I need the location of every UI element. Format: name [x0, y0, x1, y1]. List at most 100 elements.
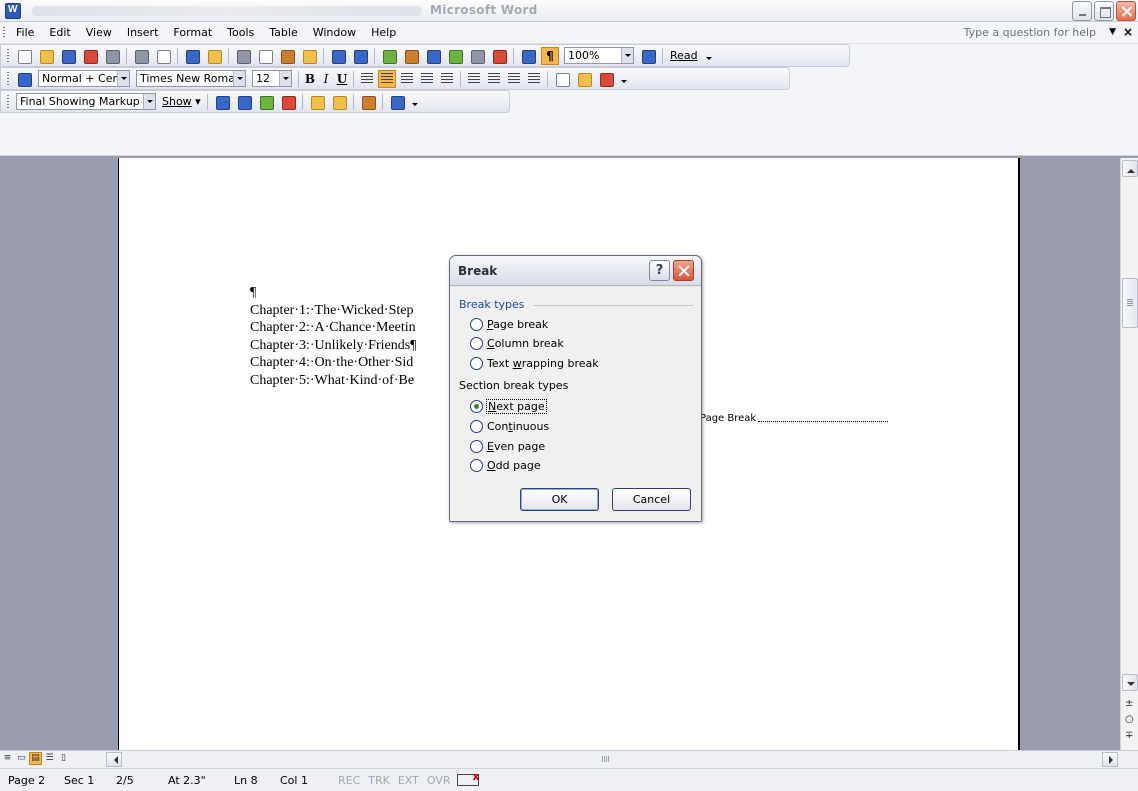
document-text[interactable]: ¶ Chapter·1:·The·Wicked·Step Chapter·2:·… — [250, 284, 417, 389]
horizontal-scroll-thumb[interactable] — [124, 753, 1100, 766]
scroll-up-icon[interactable] — [1122, 160, 1138, 177]
help-dropdown-icon[interactable]: ▼ — [1109, 27, 1116, 37]
drawing-icon[interactable] — [490, 47, 508, 65]
radio-text-wrapping-break[interactable]: Text wrapping break — [470, 357, 599, 370]
close-document-icon[interactable]: × — [1123, 25, 1133, 39]
toolbar-grip-icon[interactable] — [7, 48, 9, 63]
save-icon[interactable] — [59, 47, 77, 65]
menu-format[interactable]: Format — [173, 26, 212, 39]
research-icon[interactable] — [205, 47, 223, 65]
radio-next-page[interactable]: Next page — [470, 399, 547, 414]
tables-borders-icon[interactable] — [402, 47, 420, 65]
word-app-icon[interactable] — [5, 3, 21, 19]
toolbar-options-icon[interactable] — [705, 46, 713, 66]
font-color-icon[interactable] — [597, 70, 615, 88]
select-browse-object-icon[interactable]: ○ — [1125, 714, 1134, 725]
copy-icon[interactable] — [256, 47, 274, 65]
zoom-select[interactable]: 100% — [564, 47, 634, 64]
web-layout-icon[interactable]: ▭ — [16, 753, 27, 764]
menu-file[interactable]: File — [16, 26, 34, 39]
restore-icon[interactable] — [1094, 1, 1114, 21]
status-rec[interactable]: REC — [338, 774, 360, 787]
radio-page-break[interactable]: Page break — [470, 318, 548, 331]
radio-odd-page[interactable]: Odd page — [470, 459, 541, 472]
insert-table-icon[interactable] — [424, 47, 442, 65]
track-changes-icon[interactable] — [359, 93, 377, 111]
minimize-icon[interactable] — [1072, 1, 1092, 21]
print-layout-icon[interactable]: ▤ — [29, 752, 42, 765]
accept-change-icon[interactable] — [257, 93, 275, 111]
italic-icon[interactable]: I — [318, 72, 334, 86]
print-icon[interactable] — [132, 47, 150, 65]
status-ext[interactable]: EXT — [398, 774, 419, 787]
new-document-icon[interactable] — [15, 47, 33, 65]
decrease-indent-icon[interactable] — [506, 70, 522, 87]
read-button[interactable]: Read — [670, 49, 698, 62]
open-icon[interactable] — [37, 47, 55, 65]
font-size-dropdown-icon[interactable] — [279, 71, 291, 86]
spelling-status-icon[interactable] — [456, 770, 480, 786]
highlight-icon[interactable] — [330, 93, 348, 111]
align-center-icon[interactable] — [378, 69, 396, 88]
hyperlink-icon[interactable] — [380, 47, 398, 65]
menu-edit[interactable]: Edit — [49, 26, 70, 39]
document-map-icon[interactable] — [519, 47, 537, 65]
outline-view-icon[interactable]: ☰ — [44, 753, 55, 764]
menu-insert[interactable]: Insert — [127, 26, 159, 39]
style-select[interactable]: Normal + Cent — [38, 70, 130, 87]
insert-comment-icon[interactable] — [308, 93, 326, 111]
menu-tools[interactable]: Tools — [227, 26, 254, 39]
cut-icon[interactable] — [234, 47, 252, 65]
insert-excel-icon[interactable] — [446, 47, 464, 65]
bold-icon[interactable]: B — [302, 72, 318, 86]
scroll-right-icon[interactable] — [1102, 752, 1118, 767]
align-left-icon[interactable] — [359, 70, 375, 87]
permission-icon[interactable] — [81, 47, 99, 65]
toolbar-options-icon[interactable] — [411, 92, 419, 112]
radio-column-break[interactable]: Column break — [470, 337, 564, 350]
scroll-thumb[interactable] — [1122, 278, 1138, 328]
style-dropdown-icon[interactable] — [117, 71, 129, 86]
print-preview-icon[interactable] — [154, 47, 172, 65]
highlight-icon[interactable] — [575, 70, 593, 88]
menu-grip-icon[interactable] — [3, 27, 5, 39]
menu-window[interactable]: Window — [313, 26, 356, 39]
scroll-left-icon[interactable] — [106, 752, 122, 767]
format-painter-icon[interactable] — [300, 47, 318, 65]
menu-table[interactable]: Table — [269, 26, 297, 39]
cancel-button[interactable]: Cancel — [612, 488, 691, 511]
help-search-box[interactable]: Type a question for help — [964, 26, 1096, 39]
radio-even-page[interactable]: Even page — [470, 440, 545, 453]
radio-continuous[interactable]: Continuous — [470, 420, 549, 433]
increase-indent-icon[interactable] — [526, 70, 542, 87]
show-menu-button[interactable]: Show ▾ — [162, 95, 201, 108]
display-for-review-select[interactable]: Final Showing Markup — [16, 93, 156, 110]
spelling-icon[interactable] — [183, 47, 201, 65]
toolbar-options-icon[interactable] — [620, 69, 628, 89]
underline-icon[interactable]: U — [334, 72, 350, 86]
dialog-close-icon[interactable] — [673, 260, 694, 281]
menu-view[interactable]: View — [86, 26, 112, 39]
show-hide-icon[interactable]: ¶ — [541, 46, 559, 65]
redo-icon[interactable] — [351, 47, 369, 65]
vertical-scrollbar[interactable]: ± ○ ∓ — [1120, 158, 1138, 750]
paste-icon[interactable] — [278, 47, 296, 65]
border-icon[interactable] — [553, 70, 571, 88]
toolbar-grip-icon[interactable] — [7, 71, 9, 86]
ok-button[interactable]: OK — [520, 488, 599, 511]
undo-icon[interactable] — [329, 47, 347, 65]
align-right-icon[interactable] — [399, 70, 415, 87]
help-icon[interactable] — [639, 47, 657, 65]
line-spacing-icon[interactable] — [439, 70, 455, 87]
numbering-icon[interactable] — [466, 70, 482, 87]
status-trk[interactable]: TRK — [368, 774, 390, 787]
reject-change-icon[interactable] — [279, 93, 297, 111]
font-dropdown-icon[interactable] — [233, 71, 245, 86]
close-icon[interactable] — [1116, 1, 1136, 21]
dialog-title-bar[interactable]: Break ? — [450, 256, 701, 286]
display-dropdown-icon[interactable] — [143, 94, 155, 109]
reviewing-pane-icon[interactable] — [388, 93, 406, 111]
bullets-icon[interactable] — [486, 70, 502, 87]
status-ovr[interactable]: OVR — [427, 774, 451, 787]
toolbar-grip-icon[interactable] — [7, 94, 9, 109]
